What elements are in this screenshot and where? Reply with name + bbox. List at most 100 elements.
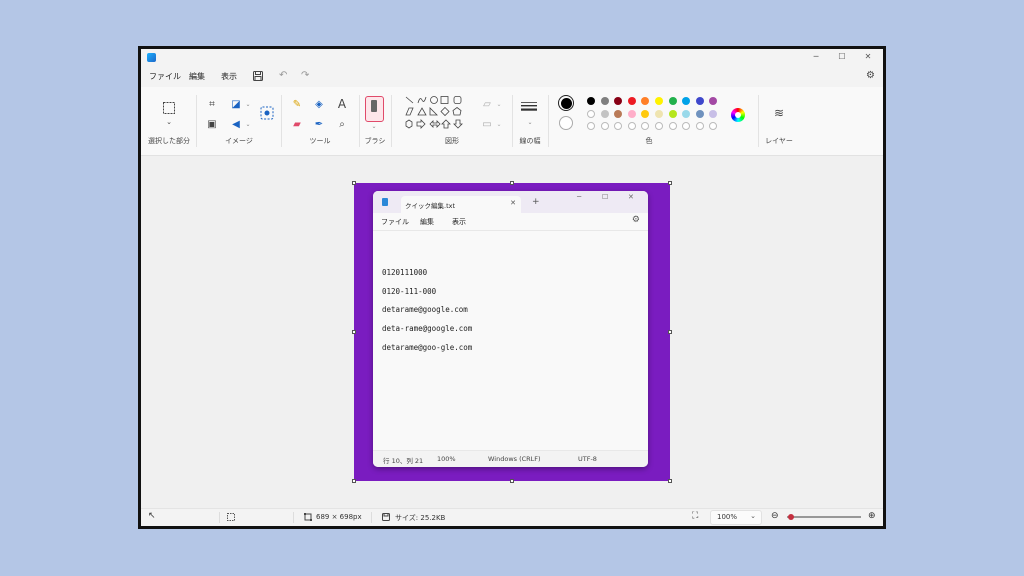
- palette-color-swatch[interactable]: [668, 97, 677, 105]
- notepad-line: deta-rame@google.com: [382, 324, 473, 333]
- rotate-dropdown-icon[interactable]: ⌄: [241, 117, 255, 131]
- palette-color-swatch[interactable]: [600, 109, 609, 118]
- eraser-icon[interactable]: ▰: [290, 117, 304, 131]
- palette-color-swatch[interactable]: [682, 109, 691, 118]
- menu-edit[interactable]: 編集: [189, 71, 205, 82]
- palette-color-swatch[interactable]: [614, 97, 623, 105]
- save-icon[interactable]: [253, 71, 263, 81]
- fill-dropdown-icon[interactable]: ⌄: [492, 117, 506, 131]
- notepad-screenshot: クイック編集.txt ✕ + ─ ☐ ✕ ファイル 編集 表示 ⚙ 012011…: [373, 191, 648, 467]
- custom-color-slot[interactable]: [695, 122, 704, 130]
- palette-color-swatch[interactable]: [627, 109, 636, 118]
- image-select-icon[interactable]: ▣: [205, 117, 219, 131]
- notepad-tab-close-icon[interactable]: ✕: [510, 199, 516, 207]
- palette-color-swatch[interactable]: [682, 97, 691, 105]
- palette-color-swatch[interactable]: [709, 109, 718, 118]
- notepad-menu-file[interactable]: ファイル: [381, 217, 409, 227]
- palette-color-swatch[interactable]: [695, 109, 704, 118]
- palette-color-swatch[interactable]: [641, 109, 650, 118]
- menu-view[interactable]: 表示: [221, 71, 237, 82]
- zoom-slider-thumb[interactable]: [787, 514, 794, 520]
- edit-colors-icon[interactable]: [731, 108, 745, 122]
- custom-color-slot[interactable]: [668, 122, 677, 130]
- image-group: ⌗ ◪ ⌄ ▣ ◀ ⌄ イメージ: [197, 87, 281, 155]
- palette-color-swatch[interactable]: [709, 97, 718, 105]
- palette-color-swatch[interactable]: [587, 97, 595, 105]
- zoom-out-icon[interactable]: ⊖: [771, 511, 779, 521]
- stroke-dropdown-icon[interactable]: ⌄: [523, 115, 537, 129]
- notepad-close-button[interactable]: ✕: [628, 193, 634, 201]
- custom-color-slot[interactable]: [587, 122, 595, 130]
- pencil-icon[interactable]: ✎: [290, 97, 304, 111]
- selection-size-icon: [227, 513, 235, 521]
- secondary-color-swatch[interactable]: [559, 116, 573, 130]
- resize-handle-right[interactable]: [668, 330, 672, 334]
- palette-color-swatch[interactable]: [614, 109, 623, 118]
- notepad-menu-view[interactable]: 表示: [452, 217, 466, 227]
- redo-icon[interactable]: ↷: [301, 70, 309, 81]
- resize-handle-top[interactable]: [510, 181, 514, 185]
- palette-color-swatch[interactable]: [668, 109, 677, 118]
- notepad-tab[interactable]: クイック編集.txt ✕: [401, 196, 521, 213]
- palette-color-swatch[interactable]: [655, 109, 663, 118]
- shapes-gallery[interactable]: [404, 95, 470, 131]
- notepad-maximize-button[interactable]: ☐: [602, 193, 608, 201]
- undo-icon[interactable]: ↶: [279, 70, 287, 81]
- minimize-button[interactable]: ─: [803, 50, 829, 64]
- custom-color-slot[interactable]: [655, 122, 663, 130]
- palette-color-swatch[interactable]: [600, 97, 609, 105]
- stroke-width-icon[interactable]: [521, 101, 537, 113]
- title-bar: ─ ☐ ✕: [141, 49, 883, 67]
- outline-dropdown-icon[interactable]: ⌄: [492, 97, 506, 111]
- custom-color-slot[interactable]: [614, 122, 623, 130]
- resize-handle-bottom-left[interactable]: [352, 479, 356, 483]
- maximize-button[interactable]: ☐: [829, 50, 855, 64]
- palette-color-swatch[interactable]: [587, 109, 595, 118]
- shapes-group-label: 図形: [445, 137, 459, 145]
- zoom-in-icon[interactable]: ⊕: [868, 511, 876, 521]
- notepad-menu-edit[interactable]: 編集: [420, 217, 434, 227]
- custom-color-slot[interactable]: [627, 122, 636, 130]
- primary-color-swatch[interactable]: [558, 95, 574, 111]
- fit-to-window-icon[interactable]: ⛶: [692, 511, 698, 521]
- resize-handle-left[interactable]: [352, 330, 356, 334]
- zoom-slider-track[interactable]: [787, 514, 861, 520]
- palette-color-swatch[interactable]: [641, 97, 650, 105]
- notepad-minimize-button[interactable]: ─: [577, 193, 581, 201]
- canvas-area[interactable]: クイック編集.txt ✕ + ─ ☐ ✕ ファイル 編集 表示 ⚙ 012011…: [141, 156, 883, 509]
- brush-dropdown-icon[interactable]: ⌄: [367, 119, 381, 133]
- layers-group-label: レイヤー: [765, 137, 793, 145]
- custom-color-slot[interactable]: [600, 122, 609, 130]
- image-creator-icon[interactable]: [259, 105, 275, 121]
- selection-dropdown-icon[interactable]: ⌄: [162, 115, 176, 129]
- palette-color-swatch[interactable]: [655, 97, 663, 105]
- resize-handle-bottom-right[interactable]: [668, 479, 672, 483]
- custom-color-slot[interactable]: [641, 122, 650, 130]
- layers-group: ≋ レイヤー: [759, 87, 799, 155]
- palette-color-swatch[interactable]: [627, 97, 636, 105]
- resize-handle-bottom[interactable]: [510, 479, 514, 483]
- status-bar: ↖ 689 × 698px サイズ: 25.2KB ⛶ 100% ⌄ ⊖ ⊕: [141, 508, 883, 526]
- crop-icon[interactable]: ⌗: [205, 97, 219, 111]
- close-button[interactable]: ✕: [855, 50, 881, 64]
- settings-gear-icon[interactable]: ⚙: [866, 70, 875, 81]
- notepad-new-tab-icon[interactable]: +: [532, 197, 540, 207]
- resize-dropdown-icon[interactable]: ⌄: [241, 97, 255, 111]
- paint-window: ─ ☐ ✕ ファイル 編集 表示 ↶ ↷ ⚙ ⌄ 選択した部分 ⌗ ◪ ⌄ ▣: [138, 46, 886, 529]
- color-picker-icon[interactable]: ✒: [312, 117, 326, 131]
- select-rectangle-icon[interactable]: [162, 101, 176, 115]
- layers-icon[interactable]: ≋: [772, 106, 786, 120]
- fill-bucket-icon[interactable]: ◈: [312, 97, 326, 111]
- canvas-image[interactable]: クイック編集.txt ✕ + ─ ☐ ✕ ファイル 編集 表示 ⚙ 012011…: [352, 181, 672, 483]
- image-group-label: イメージ: [225, 137, 253, 145]
- custom-color-slot[interactable]: [709, 122, 718, 130]
- magnifier-icon[interactable]: ⌕: [335, 117, 349, 131]
- custom-color-slot[interactable]: [682, 122, 691, 130]
- resize-handle-top-right[interactable]: [668, 181, 672, 185]
- menu-file[interactable]: ファイル: [149, 71, 181, 82]
- resize-handle-top-left[interactable]: [352, 181, 356, 185]
- text-tool-icon[interactable]: A: [335, 97, 349, 111]
- zoom-select[interactable]: 100% ⌄: [710, 510, 762, 525]
- notepad-settings-icon[interactable]: ⚙: [632, 215, 640, 225]
- palette-color-swatch[interactable]: [695, 97, 704, 105]
